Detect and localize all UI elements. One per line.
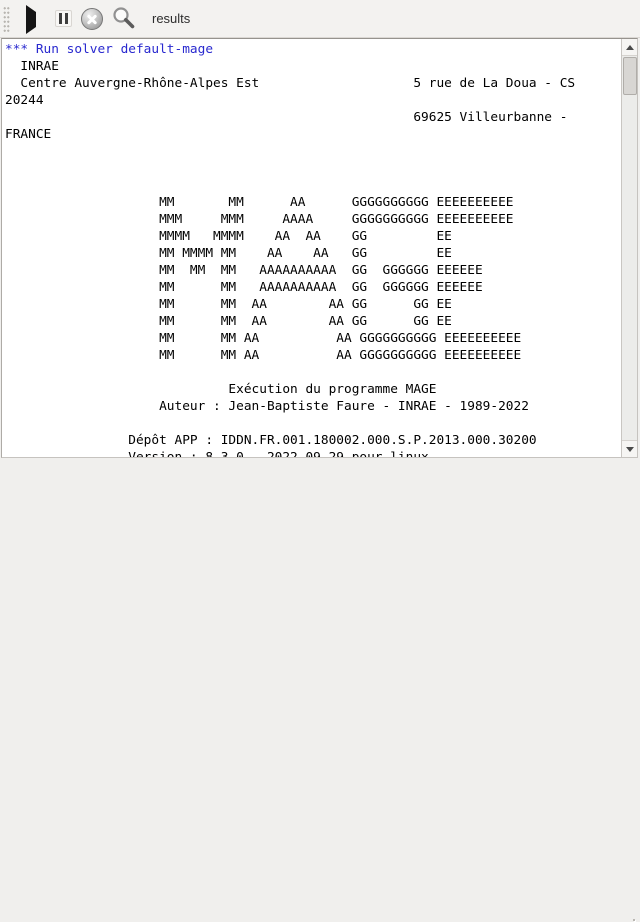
console-line: MM MM AA AA GGGGGGGGGG EEEEEEEEEE (5, 347, 575, 364)
search-button[interactable] (110, 4, 138, 32)
console-viewport: .;p*** Run solver default-mage INRAE Cen… (2, 39, 621, 457)
status-strip (0, 458, 640, 480)
console-line: MM MM AA AA GGGGGGGGGG EEEEEEEEEE (5, 330, 575, 347)
console-line: Version : 8.3.0 - 2022-09-29 pour linux (5, 449, 575, 457)
console-line: Exécution du programme MAGE (5, 381, 575, 398)
console-line (5, 177, 575, 194)
console-line (5, 160, 575, 177)
console-line: MMMM MMMM AA AA GG EE (5, 228, 575, 245)
console-line: Centre Auvergne-Rhône-Alpes Est 5 rue de… (5, 75, 575, 92)
play-icon (26, 5, 36, 34)
console-line: Auteur : Jean-Baptiste Faure - INRAE - 1… (5, 398, 575, 415)
arrow-up-icon (626, 45, 634, 50)
arrow-down-icon (626, 447, 634, 452)
console-line (5, 364, 575, 381)
console-line: INRAE (5, 58, 575, 75)
console-line: MM MM AA GGGGGGGGGG EEEEEEEEEE (5, 194, 575, 211)
panel-title: results (152, 11, 190, 26)
console-line: MM MM AA AA GG GG EE (5, 296, 575, 313)
search-icon (110, 4, 138, 32)
console-line: FRANCE (5, 126, 575, 143)
console-line: MM MM AA AA GG GG EE (5, 313, 575, 330)
toolbar: results (0, 0, 640, 38)
console-line: MM MMMM MM AA AA GG EE (5, 245, 575, 262)
console-line: 20244 (5, 92, 575, 109)
console-line (5, 415, 575, 432)
console-line: Dépôt APP : IDDN.FR.001.180002.000.S.P.2… (5, 432, 575, 449)
pause-icon (65, 13, 68, 24)
solver-output-view[interactable]: .;p*** Run solver default-mage INRAE Cen… (1, 38, 638, 458)
console-text: .;p*** Run solver default-mage INRAE Cen… (5, 39, 575, 457)
scroll-up-button[interactable] (622, 39, 637, 56)
pause-icon (59, 13, 62, 24)
run-solver-button[interactable] (25, 11, 37, 27)
console-line: MM MM AAAAAAAAAA GG GGGGGG EEEEEE (5, 279, 575, 296)
vertical-scrollbar[interactable] (621, 39, 637, 457)
scroll-down-button[interactable] (622, 440, 637, 457)
console-line: *** Run solver default-mage (5, 41, 575, 58)
scrollbar-thumb[interactable] (623, 57, 637, 95)
console-line: MMM MMM AAAA GGGGGGGGGG EEEEEEEEEE (5, 211, 575, 228)
pause-solver-button[interactable] (55, 10, 72, 27)
console-line: MM MM MM AAAAAAAAAA GG GGGGGG EEEEEE (5, 262, 575, 279)
toolbar-grip-handle[interactable] (3, 6, 10, 32)
stop-solver-button[interactable] (81, 8, 103, 30)
resize-grip-handle[interactable] (633, 919, 635, 921)
console-line (5, 143, 575, 160)
console-line: 69625 Villeurbanne - (5, 109, 575, 126)
